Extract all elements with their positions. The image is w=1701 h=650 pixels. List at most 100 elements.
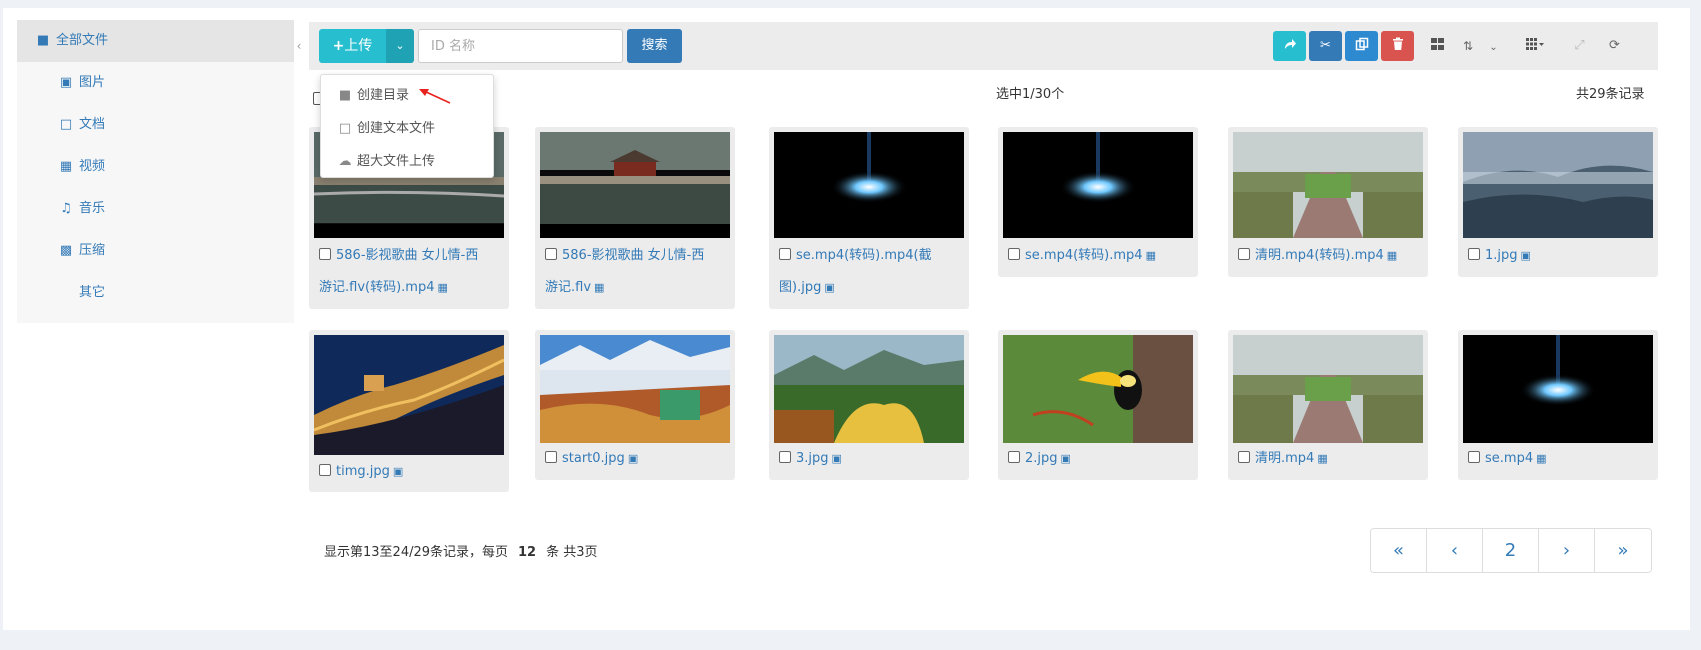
file-checkbox[interactable] [1468, 451, 1480, 463]
thumbnail [1463, 335, 1653, 443]
film-icon: ▦ [1145, 249, 1156, 262]
file-card[interactable]: 1.jpg ▣ [1458, 127, 1658, 277]
archive-icon: ▩ [59, 243, 73, 258]
thumbnail [774, 132, 964, 238]
next-page-button[interactable]: › [1539, 529, 1595, 572]
per-page-count[interactable]: 12 [518, 545, 536, 560]
file-name[interactable]: 586-影视歌曲 女儿情-西 [562, 248, 704, 263]
file-checkbox[interactable] [1468, 248, 1480, 260]
file-checkbox[interactable] [545, 248, 557, 260]
music-icon: ♫ [60, 201, 72, 216]
file-name[interactable]: se.mp4 [1485, 451, 1533, 466]
file-card[interactable]: 3.jpg ▣ [769, 330, 969, 480]
file-name[interactable]: 清明.mp4 [1255, 451, 1314, 466]
file-checkbox[interactable] [1008, 248, 1020, 260]
file-name[interactable]: 2.jpg [1025, 451, 1058, 466]
file-name[interactable]: 清明.mp4(转码).mp4 [1255, 248, 1384, 263]
file-name-cont[interactable]: 图).jpg [779, 280, 821, 295]
file-card[interactable]: start0.jpg ▣ [535, 330, 735, 480]
image-icon: ▣ [1520, 249, 1531, 262]
sidebar-item-all-files[interactable]: ■ 全部文件 [17, 20, 294, 62]
chevron-down-icon: ⌄ [395, 39, 405, 52]
film-icon: ▦ [437, 281, 448, 294]
sort-button[interactable]: ⇅ ⌄ [1455, 31, 1509, 61]
sidebar: ■ 全部文件 ▣ 图片 □ 文档 ▦ 视频 ♫ 音乐 ▩ 压缩 其它 [17, 20, 294, 323]
file-name[interactable]: 586-影视歌曲 女儿情-西 [336, 248, 478, 263]
plus-icon: + [332, 38, 345, 54]
sidebar-item-other[interactable]: 其它 [17, 272, 294, 314]
share-icon [1284, 39, 1296, 49]
upload-button[interactable]: +上传 [319, 29, 386, 63]
file-card[interactable]: 2.jpg ▣ [998, 330, 1198, 480]
thumbnail [314, 335, 504, 455]
sort-icon: ⇅ [1463, 39, 1474, 53]
file-checkbox[interactable] [545, 451, 557, 463]
file-name[interactable]: start0.jpg [562, 451, 625, 466]
columns-icon [1526, 38, 1544, 50]
sidebar-item-images[interactable]: ▣ 图片 [17, 62, 294, 104]
search-input[interactable] [418, 29, 623, 63]
last-page-button[interactable]: » [1595, 529, 1651, 572]
sidebar-item-archives[interactable]: ▩ 压缩 [17, 230, 294, 272]
file-checkbox[interactable] [779, 451, 791, 463]
file-card[interactable]: timg.jpg ▣ [309, 330, 509, 492]
columns-button[interactable] [1515, 31, 1555, 61]
sidebar-item-music[interactable]: ♫ 音乐 [17, 188, 294, 230]
cloud-upload-icon: ☁ [338, 154, 352, 169]
sidebar-item-label: 视频 [79, 159, 106, 174]
menu-item-label: 创建目录 [357, 88, 410, 103]
folder-icon: ■ [36, 33, 50, 48]
sidebar-collapse-icon[interactable]: ‹ [294, 36, 304, 56]
file-checkbox[interactable] [319, 248, 331, 260]
file-name[interactable]: se.mp4(转码).mp4 [1025, 248, 1143, 263]
file-name[interactable]: timg.jpg [336, 464, 390, 479]
menu-item-create-text-file[interactable]: □ 创建文本文件 [321, 112, 493, 145]
menu-item-large-file-upload[interactable]: ☁ 超大文件上传 [321, 145, 493, 178]
file-name[interactable]: 3.jpg [796, 451, 829, 466]
file-checkbox[interactable] [1008, 451, 1020, 463]
file-card[interactable]: se.mp4(转码).mp4 ▦ [998, 127, 1198, 277]
grid-view-icon [1431, 38, 1444, 50]
file-checkbox[interactable] [319, 464, 331, 476]
thumbnail [1233, 335, 1423, 443]
search-button[interactable]: 搜索 [627, 29, 682, 63]
sidebar-item-label: 其它 [79, 285, 106, 300]
sidebar-item-videos[interactable]: ▦ 视频 [17, 146, 294, 188]
file-name-cont[interactable]: 游记.flv(转码).mp4 [319, 280, 434, 295]
file-checkbox[interactable] [1238, 451, 1250, 463]
file-card[interactable]: se.mp4 ▦ [1458, 330, 1658, 480]
upload-menu-toggle[interactable]: ⌄ [386, 29, 414, 63]
file-name-cont[interactable]: 游记.flv [545, 280, 591, 295]
copy-button[interactable] [1345, 31, 1378, 61]
refresh-icon: ⟳ [1609, 38, 1620, 53]
image-icon: ▣ [1060, 452, 1071, 465]
file-name[interactable]: 1.jpg [1485, 248, 1518, 263]
file-name[interactable]: se.mp4(转码).mp4(截 [796, 248, 932, 263]
prev-page-button[interactable]: ‹ [1427, 529, 1483, 572]
cut-button[interactable]: ✂ [1309, 31, 1342, 61]
record-total: 共29条记录 [1576, 87, 1645, 102]
share-button[interactable] [1273, 31, 1306, 61]
file-card[interactable]: 清明.mp4 ▦ [1228, 330, 1428, 480]
file-icon: □ [59, 117, 73, 132]
film-icon: ▦ [1317, 452, 1328, 465]
fullscreen-button[interactable]: ⤢ [1563, 31, 1596, 61]
paging-info: 显示第13至24/29条记录，每页 12 条 共3页 [324, 541, 598, 560]
refresh-button[interactable]: ⟳ [1598, 31, 1631, 61]
sidebar-item-documents[interactable]: □ 文档 [17, 104, 294, 146]
file-checkbox[interactable] [779, 248, 791, 260]
first-page-button[interactable]: « [1371, 529, 1427, 572]
current-page-button[interactable]: 2 [1483, 529, 1539, 572]
file-card[interactable]: se.mp4(转码).mp4(截 图).jpg ▣ [769, 127, 969, 309]
selection-count: 选中1/30个 [996, 87, 1065, 102]
grid-view-button[interactable] [1421, 31, 1454, 61]
file-card[interactable]: 586-影视歌曲 女儿情-西 游记.flv ▦ [535, 127, 735, 309]
image-icon: ▣ [392, 465, 404, 478]
fullscreen-icon: ⤢ [1574, 38, 1585, 53]
file-checkbox[interactable] [1238, 248, 1250, 260]
menu-item-label: 创建文本文件 [357, 121, 436, 136]
delete-button[interactable] [1381, 31, 1414, 61]
sidebar-item-label: 全部文件 [56, 33, 109, 48]
file-card[interactable]: 清明.mp4(转码).mp4 ▦ [1228, 127, 1428, 277]
menu-item-create-folder[interactable]: ■ 创建目录 [321, 79, 493, 112]
